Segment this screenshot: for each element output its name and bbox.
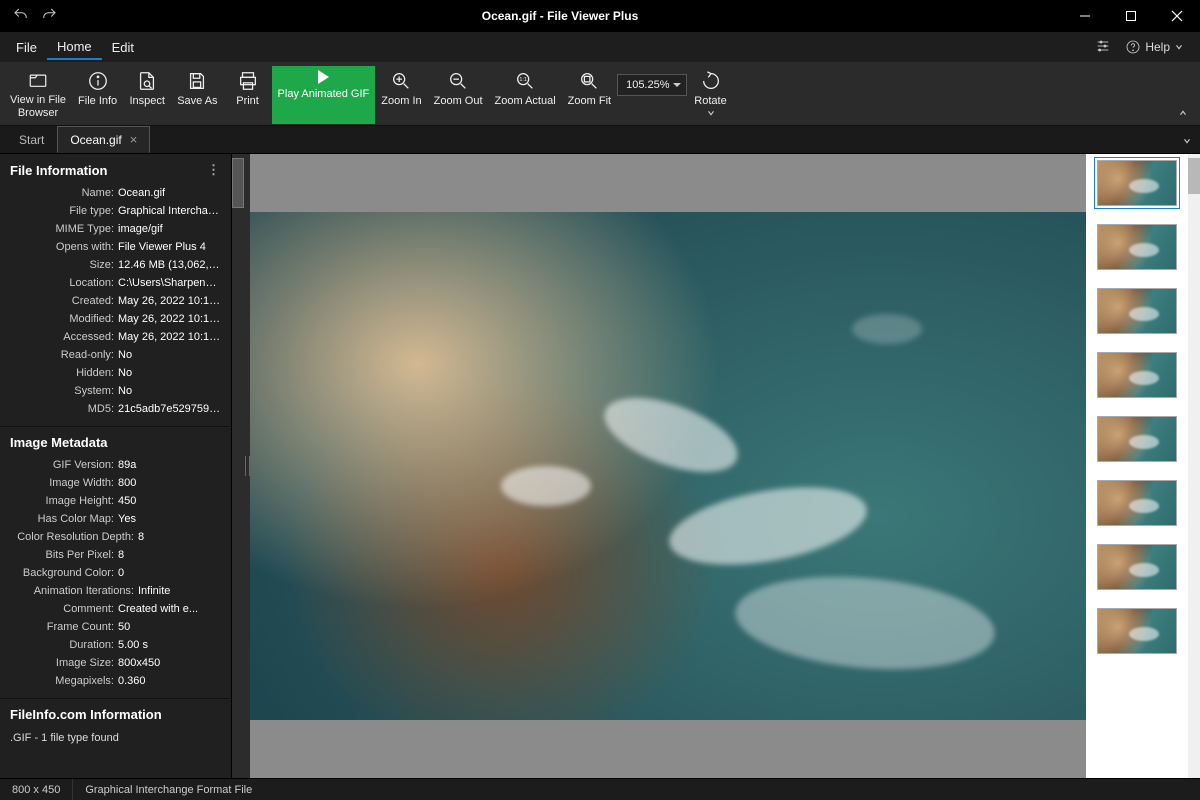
image-content: [250, 212, 1086, 720]
chevron-down-icon: [1182, 136, 1192, 146]
main-area: File Information⋮ Name:Ocean.gif File ty…: [0, 154, 1200, 778]
menu-file[interactable]: File: [6, 36, 47, 59]
fi-readonly: No: [118, 346, 221, 364]
frame-thumb[interactable]: [1097, 160, 1177, 206]
settings-icon[interactable]: [1095, 38, 1111, 57]
tab-start[interactable]: Start: [6, 127, 57, 153]
image-metadata-heading: Image Metadata: [0, 427, 231, 456]
im-iterations: Infinite: [138, 582, 221, 600]
help-label: Help: [1145, 40, 1170, 54]
view-in-file-browser-button[interactable]: View in File Browser: [4, 66, 72, 124]
im-height: 450: [118, 492, 221, 510]
im-megapixels: 0.360: [118, 672, 221, 690]
maximize-button[interactable]: [1108, 0, 1154, 32]
fi-size: 12.46 MB (13,062,797 b...: [118, 256, 221, 274]
status-dimensions: 800 x 450: [0, 779, 73, 800]
rotate-button[interactable]: Rotate: [687, 66, 735, 124]
zoom-actual-button[interactable]: 1:1Zoom Actual: [489, 66, 562, 124]
panel-menu-icon[interactable]: ⋮: [207, 162, 221, 178]
im-colorres: 8: [138, 528, 221, 546]
menu-home[interactable]: Home: [47, 35, 102, 60]
sidepanel-scrollbar[interactable]: [232, 154, 244, 778]
im-colormap: Yes: [118, 510, 221, 528]
print-button[interactable]: Print: [224, 66, 272, 124]
frames-scrollbar[interactable]: [1188, 154, 1200, 778]
svg-text:1:1: 1:1: [519, 77, 527, 83]
file-info-heading: File Information: [10, 163, 108, 178]
chevron-up-icon: [1178, 108, 1188, 118]
frame-thumbnails: [1086, 154, 1188, 778]
fileinfo-com-note: .GIF - 1 file type found: [0, 728, 231, 748]
fi-created: May 26, 2022 10:10 AM: [118, 292, 221, 310]
scrollbar-thumb[interactable]: [1188, 158, 1200, 194]
tab-file[interactable]: Ocean.gif×: [57, 126, 150, 153]
inspect-button[interactable]: Inspect: [123, 66, 171, 124]
fi-accessed: May 26, 2022 10:12 AM: [118, 328, 221, 346]
chevron-down-icon: [1177, 45, 1182, 48]
viewer-area: [250, 154, 1200, 778]
canvas-padding-top: [250, 154, 1086, 212]
im-version: 89a: [118, 456, 221, 474]
fi-system: No: [118, 382, 221, 400]
frame-thumb[interactable]: [1097, 544, 1177, 590]
im-width: 800: [118, 474, 221, 492]
im-imagesize: 800x450: [118, 654, 221, 672]
fi-modified: May 26, 2022 10:10 AM: [118, 310, 221, 328]
im-comment: Created with e...: [118, 600, 221, 618]
canvas-padding-bottom: [250, 720, 1086, 778]
zoom-in-button[interactable]: Zoom In: [375, 66, 427, 124]
close-button[interactable]: [1154, 0, 1200, 32]
zoom-level-select[interactable]: 105.25%: [617, 74, 686, 96]
collapse-ribbon-button[interactable]: [1170, 103, 1196, 125]
im-framecount: 50: [118, 618, 221, 636]
frame-thumb[interactable]: [1097, 608, 1177, 654]
status-format: Graphical Interchange Format File: [73, 779, 264, 800]
fileinfo-com-heading: FileInfo.com Information: [0, 699, 231, 728]
fi-type: Graphical Interchange ...: [118, 202, 221, 220]
im-duration: 5.00 s: [118, 636, 221, 654]
tab-strip: Start Ocean.gif×: [0, 126, 1200, 154]
menu-bar: File Home Edit Help: [0, 32, 1200, 62]
fi-location: C:\Users\SharpenedPr...: [118, 274, 221, 292]
chevron-down-icon: [706, 108, 716, 118]
tab-overflow-button[interactable]: [1174, 131, 1200, 153]
help-button[interactable]: Help: [1125, 39, 1184, 55]
fi-hidden: No: [118, 364, 221, 382]
zoom-fit-button[interactable]: Zoom Fit: [562, 66, 617, 124]
fi-mime: image/gif: [118, 220, 221, 238]
window-title: Ocean.gif - File Viewer Plus: [58, 9, 1062, 23]
frame-thumb[interactable]: [1097, 288, 1177, 334]
im-bpp: 8: [118, 546, 221, 564]
scrollbar-thumb[interactable]: [232, 158, 244, 208]
close-tab-icon[interactable]: ×: [130, 132, 138, 147]
fi-opens: File Viewer Plus 4: [118, 238, 221, 256]
undo-button[interactable]: [12, 6, 30, 27]
zoom-out-button[interactable]: Zoom Out: [428, 66, 489, 124]
play-icon: [318, 70, 329, 84]
save-as-button[interactable]: Save As: [171, 66, 223, 124]
frame-thumb[interactable]: [1097, 224, 1177, 270]
im-bgcolor: 0: [118, 564, 221, 582]
frame-thumb[interactable]: [1097, 352, 1177, 398]
menu-edit[interactable]: Edit: [102, 36, 144, 59]
redo-button[interactable]: [40, 6, 58, 27]
minimize-button[interactable]: [1062, 0, 1108, 32]
status-bar: 800 x 450 Graphical Interchange Format F…: [0, 778, 1200, 800]
frame-thumb[interactable]: [1097, 416, 1177, 462]
play-animated-gif-button[interactable]: Play Animated GIF: [272, 66, 376, 124]
fi-name: Ocean.gif: [118, 184, 221, 202]
image-canvas[interactable]: [250, 154, 1086, 778]
frame-thumb[interactable]: [1097, 480, 1177, 526]
fi-md5: 21c5adb7e529759a573...: [118, 400, 221, 418]
file-info-button[interactable]: File Info: [72, 66, 123, 124]
ribbon-toolbar: View in File Browser File Info Inspect S…: [0, 62, 1200, 126]
title-bar: Ocean.gif - File Viewer Plus: [0, 0, 1200, 32]
info-side-panel: File Information⋮ Name:Ocean.gif File ty…: [0, 154, 232, 778]
